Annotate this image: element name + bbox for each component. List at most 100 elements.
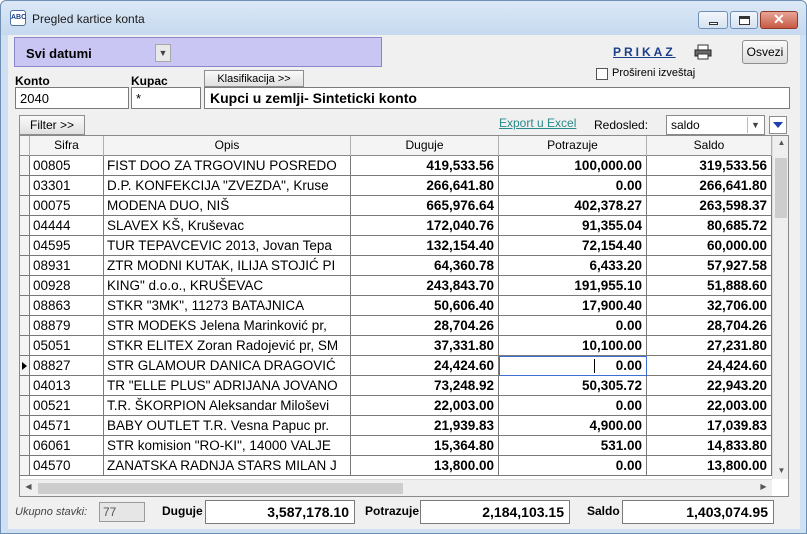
table-row[interactable]: 06061 STR komision "RO-KI", 14000 VALJE 15… bbox=[20, 436, 772, 456]
table-row[interactable]: 04444 SLAVEX KŠ, Kruševac 172,040.76 91,355… bbox=[20, 216, 772, 236]
date-filter-combo[interactable]: Svi datumi ▼ bbox=[14, 37, 382, 67]
kupac-field[interactable]: * bbox=[131, 87, 201, 109]
cell-saldo[interactable]: 266,641.80 bbox=[647, 176, 772, 196]
chevron-down-icon[interactable]: ▼ bbox=[747, 117, 763, 133]
account-grid[interactable]: Sifra Opis Duguje Potrazuje Saldo 00805 F… bbox=[19, 135, 789, 497]
table-row[interactable]: 08879 STR MODEKS Jelena Marinković pr, 28,… bbox=[20, 316, 772, 336]
column-header-opis[interactable]: Opis bbox=[104, 136, 351, 156]
cell-saldo[interactable]: 80,685.72 bbox=[647, 216, 772, 236]
filter-button[interactable]: Filter >> bbox=[19, 115, 85, 135]
cell-opis[interactable]: T.R. ŠKORPION Aleksandar Miloševi bbox=[104, 396, 351, 416]
active-cell-focus[interactable] bbox=[499, 356, 647, 376]
cell-opis[interactable]: STR komision "RO-KI", 14000 VALJE bbox=[104, 436, 351, 456]
cell-saldo[interactable]: 28,704.26 bbox=[647, 316, 772, 336]
cell-opis[interactable]: ZTR MODNI KUTAK, ILIJA STOJIĆ PI bbox=[104, 256, 351, 276]
cell-potrazuje[interactable]: 10,100.00 bbox=[499, 336, 647, 356]
cell-sifra[interactable]: 08827 bbox=[30, 356, 104, 376]
cell-sifra[interactable]: 04444 bbox=[30, 216, 104, 236]
cell-sifra[interactable]: 04595 bbox=[30, 236, 104, 256]
cell-sifra[interactable]: 05051 bbox=[30, 336, 104, 356]
cell-duguje[interactable]: 73,248.92 bbox=[351, 376, 499, 396]
konto-field[interactable]: 2040 bbox=[15, 87, 129, 109]
cell-opis[interactable]: MODENA DUO, NIŠ bbox=[104, 196, 351, 216]
row-indicator[interactable] bbox=[20, 176, 30, 196]
cell-potrazuje[interactable]: 0.00 bbox=[499, 456, 647, 476]
row-indicator[interactable] bbox=[20, 256, 30, 276]
table-row[interactable]: 08863 STKR "3MK", 11273 BATAJNICA 50,606.4… bbox=[20, 296, 772, 316]
cell-potrazuje[interactable]: 0.00 bbox=[499, 176, 647, 196]
scroll-right-icon[interactable]: ▶ bbox=[755, 482, 772, 491]
sort-select[interactable]: saldo ▼ bbox=[666, 115, 765, 135]
minimize-button[interactable] bbox=[698, 11, 728, 29]
row-indicator[interactable] bbox=[20, 276, 30, 296]
column-header-potrazuje[interactable]: Potrazuje bbox=[499, 136, 647, 156]
cell-saldo[interactable]: 27,231.80 bbox=[647, 336, 772, 356]
cell-potrazuje[interactable]: 4,900.00 bbox=[499, 416, 647, 436]
row-indicator[interactable] bbox=[20, 436, 30, 456]
table-row[interactable]: 03301 D.P. KONFEKCIJA "ZVEZDA", Kruse 266,… bbox=[20, 176, 772, 196]
cell-sifra[interactable]: 08931 bbox=[30, 256, 104, 276]
cell-duguje[interactable]: 172,040.76 bbox=[351, 216, 499, 236]
column-header-sifra[interactable]: Sifra bbox=[30, 136, 104, 156]
table-row[interactable]: 00075 MODENA DUO, NIŠ 665,976.64 402,378.27… bbox=[20, 196, 772, 216]
row-indicator[interactable] bbox=[20, 356, 30, 376]
table-row[interactable]: 04571 BABY OUTLET T.R. Vesna Papuc pr. 21,… bbox=[20, 416, 772, 436]
extended-report-checkbox[interactable] bbox=[596, 68, 608, 80]
table-row[interactable]: 05051 STKR ELITEX Zoran Radojević pr, SM 3… bbox=[20, 336, 772, 356]
export-excel-link[interactable]: Export u Excel bbox=[499, 116, 576, 130]
cell-duguje[interactable]: 665,976.64 bbox=[351, 196, 499, 216]
cell-duguje[interactable]: 243,843.70 bbox=[351, 276, 499, 296]
cell-potrazuje[interactable]: 100,000.00 bbox=[499, 156, 647, 176]
cell-opis[interactable]: STKR ELITEX Zoran Radojević pr, SM bbox=[104, 336, 351, 356]
cell-opis[interactable]: ZANATSKA RADNJA STARS MILAN J bbox=[104, 456, 351, 476]
cell-sifra[interactable]: 00521 bbox=[30, 396, 104, 416]
cell-sifra[interactable]: 03301 bbox=[30, 176, 104, 196]
prikaz-link[interactable]: PRIKAZ bbox=[613, 45, 676, 59]
cell-opis[interactable]: BABY OUTLET T.R. Vesna Papuc pr. bbox=[104, 416, 351, 436]
table-row[interactable]: 00521 T.R. ŠKORPION Aleksandar Miloševi 22… bbox=[20, 396, 772, 416]
cell-sifra[interactable]: 08879 bbox=[30, 316, 104, 336]
cell-opis[interactable]: D.P. KONFEKCIJA "ZVEZDA", Kruse bbox=[104, 176, 351, 196]
vertical-scroll-thumb[interactable] bbox=[775, 158, 787, 218]
klasifikacija-button[interactable]: Klasifikacija >> bbox=[204, 70, 304, 87]
column-header-duguje[interactable]: Duguje bbox=[351, 136, 499, 156]
cell-saldo[interactable]: 24,424.60 bbox=[647, 356, 772, 376]
cell-duguje[interactable]: 28,704.26 bbox=[351, 316, 499, 336]
row-indicator[interactable] bbox=[20, 296, 30, 316]
cell-potrazuje[interactable]: 402,378.27 bbox=[499, 196, 647, 216]
cell-saldo[interactable]: 319,533.56 bbox=[647, 156, 772, 176]
scroll-down-icon[interactable]: ▼ bbox=[773, 466, 788, 475]
cell-sifra[interactable]: 04013 bbox=[30, 376, 104, 396]
cell-duguje[interactable]: 24,424.60 bbox=[351, 356, 499, 376]
table-row[interactable]: 00805 FIST DOO ZA TRGOVINU POSREDO 419,533… bbox=[20, 156, 772, 176]
row-indicator[interactable] bbox=[20, 456, 30, 476]
row-indicator[interactable] bbox=[20, 336, 30, 356]
cell-saldo[interactable]: 13,800.00 bbox=[647, 456, 772, 476]
cell-potrazuje[interactable]: 72,154.40 bbox=[499, 236, 647, 256]
cell-duguje[interactable]: 13,800.00 bbox=[351, 456, 499, 476]
title-bar[interactable]: ABC Pregled kartice konta ✕ bbox=[1, 1, 806, 35]
cell-saldo[interactable]: 32,706.00 bbox=[647, 296, 772, 316]
cell-sifra[interactable]: 00928 bbox=[30, 276, 104, 296]
cell-saldo[interactable]: 51,888.60 bbox=[647, 276, 772, 296]
table-row[interactable]: 04595 TUR TEPAVCEVIC 2013, Jovan Tepa 132,… bbox=[20, 236, 772, 256]
cell-potrazuje[interactable]: 0.00 bbox=[499, 316, 647, 336]
row-indicator[interactable] bbox=[20, 216, 30, 236]
cell-saldo[interactable]: 263,598.37 bbox=[647, 196, 772, 216]
refresh-button[interactable]: Osvezi bbox=[742, 40, 788, 64]
cell-saldo[interactable]: 22,943.20 bbox=[647, 376, 772, 396]
cell-duguje[interactable]: 37,331.80 bbox=[351, 336, 499, 356]
cell-potrazuje[interactable]: 17,900.40 bbox=[499, 296, 647, 316]
row-indicator[interactable] bbox=[20, 416, 30, 436]
table-row[interactable]: 04013 TR "ELLE PLUS" ADRIJANA JOVANO 73,24… bbox=[20, 376, 772, 396]
cell-saldo[interactable]: 57,927.58 bbox=[647, 256, 772, 276]
cell-sifra[interactable]: 00805 bbox=[30, 156, 104, 176]
horizontal-scroll-thumb[interactable] bbox=[38, 483, 403, 494]
maximize-button[interactable] bbox=[730, 11, 758, 29]
cell-opis[interactable]: STR MODEKS Jelena Marinković pr, bbox=[104, 316, 351, 336]
cell-opis[interactable]: TUR TEPAVCEVIC 2013, Jovan Tepa bbox=[104, 236, 351, 256]
sort-direction-button[interactable] bbox=[769, 116, 787, 134]
cell-potrazuje[interactable]: 531.00 bbox=[499, 436, 647, 456]
cell-opis[interactable]: TR "ELLE PLUS" ADRIJANA JOVANO bbox=[104, 376, 351, 396]
cell-sifra[interactable]: 06061 bbox=[30, 436, 104, 456]
